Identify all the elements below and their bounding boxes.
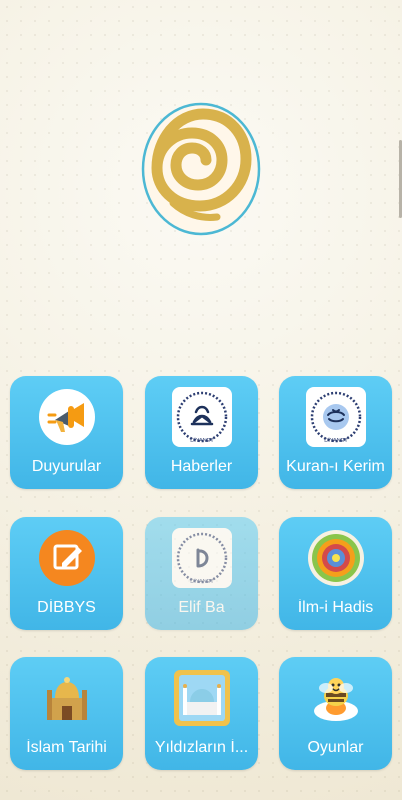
svg-text:DİYANET: DİYANET [190,578,214,585]
mosque-picture-icon [172,668,232,728]
mandala-icon [306,528,366,588]
app-logo [139,100,263,238]
menu-tile-yildizlarin[interactable]: Yıldızların İ... [145,657,258,770]
menu-tile-label: DİBBYS [37,599,96,616]
mosque-icon [37,668,97,728]
menu-tile-oyunlar[interactable]: Oyunlar [279,657,392,770]
megaphone-icon [37,387,97,447]
menu-tile-elif-ba[interactable]: DİYANET Elif Ba [145,517,258,630]
menu-tile-haberler[interactable]: DİYANET Haberler [145,376,258,489]
menu-tile-label: Haberler [170,458,233,475]
menu-tile-label: İslam Tarihi [26,739,107,756]
menu-tile-label: Oyunlar [307,739,364,756]
edit-icon [37,528,97,588]
svg-text:DİYANET: DİYANET [190,437,214,444]
bee-icon [306,668,366,728]
svg-text:DİYANET: DİYANET [324,437,348,444]
menu-tile-label: Duyurular [31,458,102,475]
menu-tile-label: Elif Ba [178,599,225,616]
menu-tile-ilm-i-hadis[interactable]: İlm-i Hadis [279,517,392,630]
menu-tile-label: İlm-i Hadis [297,599,374,616]
quran-seal-icon: DİYANET [305,387,366,447]
quran-book-icon: DİYANET [171,387,232,447]
menu-tile-label: Kuran-ı Kerim [286,458,385,475]
elif-ba-icon: DİYANET [171,528,232,588]
menu-tile-label: Yıldızların İ... [154,739,249,756]
menu-tile-islam-tarihi[interactable]: İslam Tarihi [10,657,123,770]
menu-tile-dibbys[interactable]: DİBBYS [10,517,123,630]
menu-tile-kuran-i-kerim[interactable]: DİYANET Kuran-ı Kerim [279,376,392,489]
menu-tile-duyurular[interactable]: Duyurular [10,376,123,489]
